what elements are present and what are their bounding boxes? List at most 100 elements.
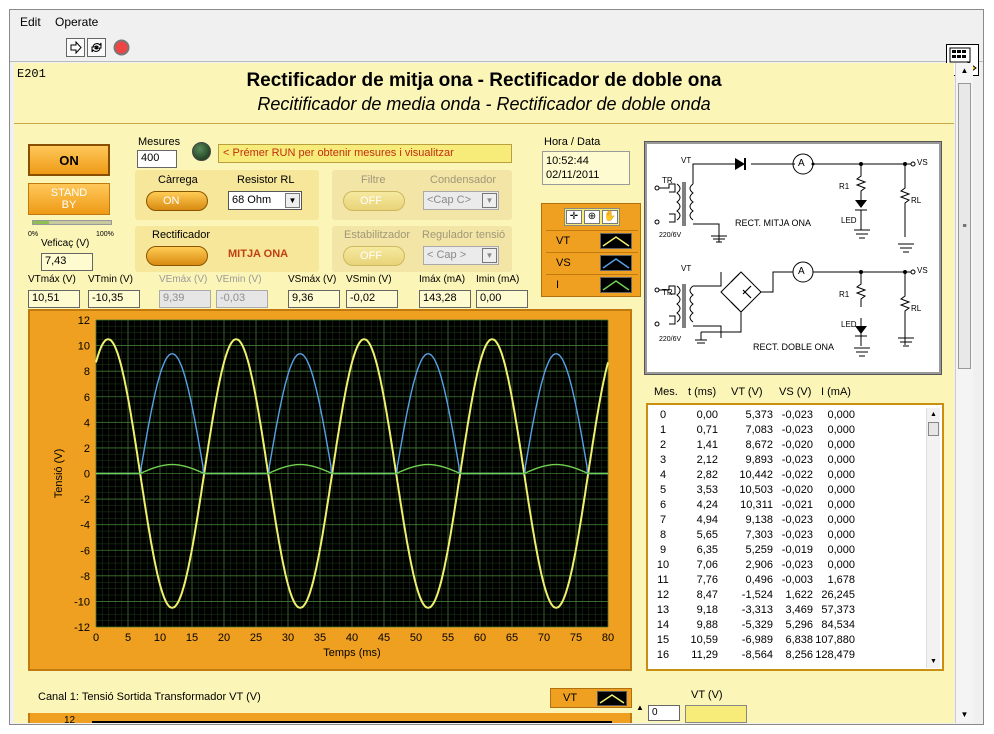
table-cell: 0,000: [827, 454, 855, 466]
page-title: Rectificador de mitja ona - Rectificador…: [246, 70, 722, 91]
status-led: [192, 142, 211, 161]
condensador-select[interactable]: <Cap C> ▼: [423, 191, 499, 210]
table-row: 5 3,53 10,503 -0,020 0,000: [648, 484, 918, 499]
table-cell: 0,000: [827, 484, 855, 496]
rectificador-toggle[interactable]: [146, 246, 208, 266]
table-cell: 0,000: [827, 439, 855, 451]
carrega-state: ON: [163, 195, 180, 207]
table-cell: -0,023: [781, 454, 813, 466]
table-cell: 10: [656, 559, 670, 571]
crosshair-icon[interactable]: ✛: [566, 210, 582, 224]
table-cell: 7,06: [696, 559, 718, 571]
circuit-half-label: RECT. MITJA ONA: [735, 218, 812, 228]
carrega-toggle[interactable]: ON: [146, 191, 208, 211]
slider-max-label: 100%: [96, 231, 114, 238]
table-cell: 0,000: [827, 499, 855, 511]
vt-increment-icon[interactable]: ▲: [636, 703, 646, 723]
table-cell: 12: [656, 589, 670, 601]
table-cell: 7,76: [696, 574, 718, 586]
legend-item[interactable]: VT: [546, 230, 638, 250]
carrega-group: Càrrega ON Resistor RL 68 Ohm ▼: [135, 170, 319, 220]
panel-scrollbar[interactable]: ▲ ≡ ▼: [955, 63, 973, 723]
datetime-display: 10:52:44 02/11/2011: [542, 151, 630, 185]
y-tick-label: -6: [80, 545, 90, 557]
table-cell: 14: [656, 619, 670, 631]
circuit-rl-label: RL: [911, 196, 922, 205]
regulador-select[interactable]: < Cap > ▼: [423, 246, 499, 265]
circuit-vs-label: VS: [917, 158, 928, 167]
y-tick-label: -2: [80, 494, 90, 506]
menu-edit[interactable]: Edit: [20, 15, 41, 29]
legend-name: VT: [556, 235, 571, 247]
table-row: 9 6,35 5,259 -0,019 0,000: [648, 544, 918, 559]
resistor-label: Resistor RL: [237, 174, 295, 186]
x-tick-label: 35: [314, 632, 326, 644]
table-cell: -0,023: [781, 529, 813, 541]
measurements-table[interactable]: 0 0,00 5,373 -0,023 0,000 1 0,71 7,083 -0,023 0,0…: [646, 403, 944, 671]
table-cell: 9,138: [745, 514, 773, 526]
standby-button-label: STAND BY: [50, 187, 88, 211]
menu-operate[interactable]: Operate: [55, 15, 98, 29]
table-cell: 6,35: [696, 544, 718, 556]
scroll-thumb[interactable]: [928, 422, 939, 436]
waveform-chart[interactable]: 0 5 10 15 20 25 30 35 40 45 50 55 60 65 70 75 80-12-10-8…: [30, 311, 630, 669]
x-tick-label: 30: [282, 632, 294, 644]
mesures-input[interactable]: 400: [137, 150, 177, 168]
circuit-tr-label: TR: [662, 176, 673, 185]
hand-icon[interactable]: ✋: [602, 210, 618, 224]
resistor-select[interactable]: 68 Ohm ▼: [228, 191, 302, 210]
level-slider-track[interactable]: [32, 220, 112, 225]
table-cell: 0,000: [827, 559, 855, 571]
table-cell: 15: [656, 634, 670, 646]
abort-button[interactable]: [112, 38, 131, 57]
run-continuously-button[interactable]: [87, 38, 106, 57]
standby-button[interactable]: STAND BY: [28, 183, 110, 215]
scroll-up-icon[interactable]: ▲: [956, 63, 973, 79]
filtre-toggle[interactable]: OFF: [343, 191, 405, 211]
scroll-down-icon[interactable]: ▼: [956, 707, 973, 723]
legend-item[interactable]: I: [546, 274, 638, 294]
table-cell: 0,496: [745, 574, 773, 586]
table-cell: 5: [659, 484, 667, 496]
chevron-down-icon: ▼: [482, 193, 497, 208]
table-cell: 11,29: [691, 649, 718, 661]
rectificador-state: MITJA ONA: [228, 248, 289, 260]
table-row: 3 2,12 9,893 -0,023 0,000: [648, 454, 918, 469]
table-cell: 8,256: [785, 649, 813, 661]
channel1-ytick: 12: [64, 715, 76, 723]
legend-swatch: [600, 233, 632, 249]
vt-indicator-input[interactable]: 0: [648, 705, 680, 721]
channel1-legend-swatch: [597, 691, 627, 706]
table-cell: 5,65: [696, 529, 718, 541]
y-tick-label: -12: [74, 622, 90, 634]
x-tick-label: 25: [250, 632, 262, 644]
table-row: 12 8,47 -1,524 1,622 26,245: [648, 589, 918, 604]
filtre-label: Filtre: [361, 174, 386, 186]
toolbar: 1: [10, 34, 983, 76]
scroll-down-icon[interactable]: ▼: [927, 655, 940, 668]
zoom-icon[interactable]: ⊕: [584, 210, 600, 224]
x-tick-label: 50: [410, 632, 422, 644]
table-row: 4 2,82 10,442 -0,022 0,000: [648, 469, 918, 484]
table-row: 14 9,88 -5,329 5,296 84,534: [648, 619, 918, 634]
table-cell: -0,019: [781, 544, 813, 556]
x-tick-label: 10: [154, 632, 166, 644]
circuit-full-label: RECT. DOBLE ONA: [753, 342, 835, 352]
estabilitzador-toggle[interactable]: OFF: [343, 246, 405, 266]
scroll-thumb[interactable]: ≡: [958, 83, 971, 369]
scroll-up-icon[interactable]: ▲: [927, 408, 940, 421]
y-axis-label: Tensió (V): [53, 449, 65, 499]
x-tick-label: 15: [186, 632, 198, 644]
table-cell: -0,020: [781, 439, 813, 451]
y-tick-label: 2: [84, 443, 90, 455]
legend-item[interactable]: VS: [546, 252, 638, 272]
on-button[interactable]: ON: [28, 144, 110, 176]
estabilitzador-state: OFF: [360, 250, 382, 262]
table-cell: 9,18: [696, 604, 718, 616]
table-cell: 0,000: [827, 469, 855, 481]
run-button[interactable]: [66, 38, 85, 57]
circuit-r1b-label: R1: [839, 290, 850, 299]
table-cell: -0,023: [781, 559, 813, 571]
table-scrollbar[interactable]: ▲ ▼: [926, 408, 940, 668]
table-cell: 2,82: [696, 469, 718, 481]
